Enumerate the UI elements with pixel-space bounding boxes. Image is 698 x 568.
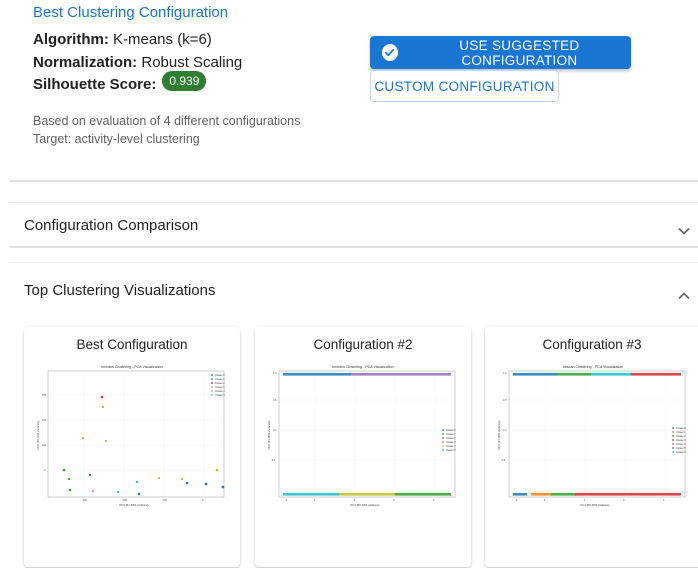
card-title: Configuration #3 [542, 337, 642, 352]
svg-text:Cluster 1: Cluster 1 [676, 431, 686, 434]
algorithm-label: Algorithm: [33, 31, 109, 48]
svg-text:Cluster 3: Cluster 3 [446, 441, 456, 444]
target-note: Target: activity-level clustering [33, 132, 200, 146]
svg-text:Cluster 0: Cluster 0 [215, 374, 225, 377]
svg-text:PC1 (56.40% variance): PC1 (56.40% variance) [581, 503, 610, 507]
svg-text:Cluster 1: Cluster 1 [446, 433, 456, 436]
svg-text:Cluster 3: Cluster 3 [676, 439, 686, 442]
svg-text:100: 100 [42, 444, 47, 447]
svg-text:Cluster 5: Cluster 5 [215, 394, 225, 397]
svg-text:dbscan Clustering - PCA Visual: dbscan Clustering - PCA Visualization [563, 365, 623, 369]
svg-text:Cluster 5: Cluster 5 [676, 447, 686, 450]
svg-text:kmeans Clustering - PCA Visual: kmeans Clustering - PCA Visualization [332, 365, 393, 369]
svg-text:Cluster 2: Cluster 2 [446, 437, 456, 440]
check-circle-icon [382, 44, 398, 61]
svg-text:-200: -200 [82, 499, 88, 502]
svg-text:0.5: 0.5 [273, 399, 277, 402]
silhouette-label: Silhouette Score: [33, 76, 157, 93]
pca-plot-image: dbscan Clustering - PCA Visualization 1.… [495, 360, 691, 510]
algorithm-value: K-means (k=6) [113, 31, 212, 48]
card-title: Best Configuration [76, 337, 188, 352]
svg-text:PC2 (21.18% variance): PC2 (21.18% variance) [497, 420, 501, 449]
chevron-up-icon[interactable] [678, 287, 690, 300]
svg-text:Cluster 5: Cluster 5 [446, 449, 456, 452]
svg-text:0.0: 0.0 [503, 429, 507, 432]
svg-text:200: 200 [42, 419, 47, 422]
section-divider [10, 180, 698, 182]
svg-text:-100: -100 [162, 499, 168, 502]
chevron-down-icon[interactable] [678, 222, 690, 235]
use-suggested-configuration-button[interactable]: USE SUGGESTED CONFIGURATION [370, 36, 631, 69]
svg-text:0.0: 0.0 [273, 429, 277, 432]
normalization-value: Robust Scaling [141, 54, 243, 71]
svg-text:Cluster 6: Cluster 6 [676, 451, 686, 454]
configuration-comparison-title: Configuration Comparison [24, 217, 199, 234]
svg-text:Cluster 4: Cluster 4 [215, 390, 225, 393]
svg-text:-150: -150 [122, 499, 128, 502]
svg-text:Cluster 4: Cluster 4 [676, 443, 686, 446]
svg-text:1.0: 1.0 [273, 372, 277, 375]
visualization-card-config-2[interactable]: Configuration #2 kmeans Clustering - PCA… [255, 327, 471, 567]
pca-plot-image: kmeans Clustering - PCA Visualization 1.… [265, 360, 461, 510]
svg-text:Cluster 0: Cluster 0 [446, 429, 456, 432]
best-config-title: Best Clustering Configuration [33, 4, 229, 21]
svg-text:Cluster 2: Cluster 2 [676, 435, 686, 438]
custom-configuration-label: CUSTOM CONFIGURATION [374, 78, 555, 94]
normalization-label: Normalization: [33, 54, 138, 71]
silhouette-score-badge: 0.939 [162, 70, 207, 91]
svg-text:Cluster 1: Cluster 1 [215, 378, 225, 381]
svg-text:1.0: 1.0 [503, 372, 507, 375]
algorithm-line: Algorithm: K-means (k=6) [33, 31, 212, 48]
custom-configuration-button[interactable]: CUSTOM CONFIGURATION [370, 70, 559, 102]
top-visualizations-accordion[interactable]: Top Clustering Visualizations [24, 263, 698, 313]
visualization-card-config-3[interactable]: Configuration #3 dbscan Clustering - PCA… [485, 327, 698, 567]
configuration-comparison-accordion[interactable]: Configuration Comparison [24, 203, 698, 247]
svg-text:0.5: 0.5 [503, 399, 507, 402]
evaluation-note: Based on evaluation of 4 different confi… [33, 114, 301, 128]
visualization-card-best[interactable]: Best Configuration kmeans Clustering - P… [24, 327, 240, 567]
svg-text:-0.5: -0.5 [271, 459, 276, 462]
svg-text:PC2 (16.12% variance): PC2 (16.12% variance) [36, 420, 40, 449]
top-visualizations-title: Top Clustering Visualizations [24, 282, 216, 299]
section-divider [10, 246, 698, 248]
svg-text:Cluster 3: Cluster 3 [215, 386, 225, 389]
svg-text:PC2 (21.18% variance): PC2 (21.18% variance) [267, 420, 271, 449]
use-suggested-label: USE SUGGESTED CONFIGURATION [459, 37, 580, 68]
svg-text:PC1 (56.40% variance): PC1 (56.40% variance) [351, 503, 380, 507]
svg-text:kmeans Clustering - PCA Visual: kmeans Clustering - PCA Visualization [101, 365, 162, 369]
svg-text:Cluster 4: Cluster 4 [446, 445, 456, 448]
pca-plot-image: kmeans Clustering - PCA Visualization 30… [34, 360, 230, 510]
svg-text:Cluster 2: Cluster 2 [215, 382, 225, 385]
svg-text:300: 300 [42, 394, 47, 397]
svg-text:-0.5: -0.5 [501, 459, 506, 462]
silhouette-line: Silhouette Score: 0.939 [33, 70, 207, 93]
svg-text:Cluster 0: Cluster 0 [676, 427, 686, 430]
normalization-line: Normalization: Robust Scaling [33, 54, 242, 71]
svg-text:PC1 (61.60% variance): PC1 (61.60% variance) [120, 503, 149, 507]
card-title: Configuration #2 [313, 337, 413, 352]
